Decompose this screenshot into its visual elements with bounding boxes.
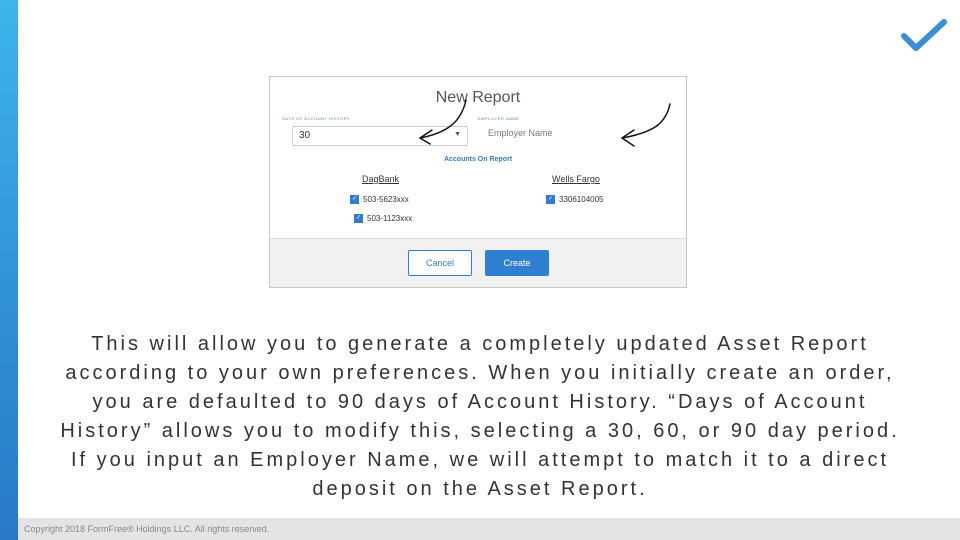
days-select-value: 30 xyxy=(299,130,311,141)
left-accent-bar xyxy=(0,0,18,540)
account-number: 503-1123xxx xyxy=(367,214,413,223)
checkbox-checked-icon[interactable]: ✓ xyxy=(354,214,363,223)
create-button[interactable]: Create xyxy=(485,250,549,276)
bank-name-wells-fargo: Wells Fargo xyxy=(552,174,600,184)
account-checkbox-row[interactable]: ✓ 503-5623xxx xyxy=(350,195,409,204)
hand-drawn-arrow-icon xyxy=(621,103,671,147)
cancel-button[interactable]: Cancel xyxy=(408,250,472,276)
checkmark-logo-icon xyxy=(901,19,947,51)
copyright-text: Copyright 2018 FormFree® Holdings LLC. A… xyxy=(24,524,270,534)
days-of-history-label: DAYS OF ACCOUNT HISTORY xyxy=(282,116,351,121)
dialog-footer: Cancel Create xyxy=(270,238,686,287)
account-number: 503-5623xxx xyxy=(363,195,409,204)
checkbox-checked-icon[interactable]: ✓ xyxy=(350,195,359,204)
hand-drawn-arrow-icon xyxy=(419,99,467,145)
copyright-bar: Copyright 2018 FormFree® Holdings LLC. A… xyxy=(18,518,960,540)
employer-name-input[interactable]: Employer Name xyxy=(488,128,553,138)
account-checkbox-row[interactable]: ✓ 3306104005 xyxy=(546,195,604,204)
bank-name-dagbank: DagBank xyxy=(362,174,400,184)
accounts-on-report-heading: Accounts On Report xyxy=(443,156,513,163)
checkbox-checked-icon[interactable]: ✓ xyxy=(546,195,555,204)
slide-caption: This will allow you to generate a comple… xyxy=(60,333,900,500)
employer-name-label: EMPLOYER NAME xyxy=(478,116,520,121)
account-checkbox-row[interactable]: ✓ 503-1123xxx xyxy=(354,214,412,223)
account-number: 3306104005 xyxy=(559,195,604,204)
